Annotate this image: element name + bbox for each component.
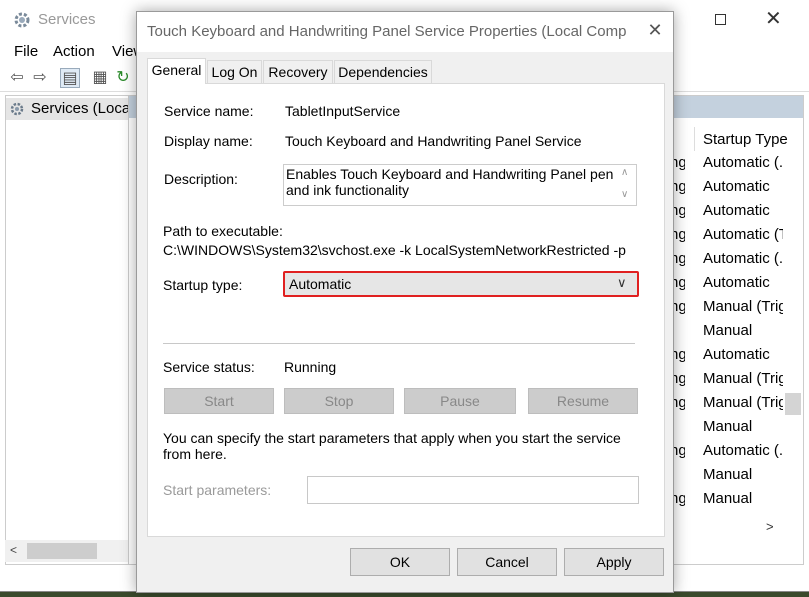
row-startup-type[interactable]: Automatic (T... xyxy=(703,226,783,250)
row-startup-type[interactable]: Automatic (... xyxy=(703,250,783,274)
separator xyxy=(163,343,635,344)
maximize-icon[interactable] xyxy=(715,14,726,25)
service-properties-dialog: Touch Keyboard and Handwriting Panel Ser… xyxy=(136,11,674,593)
description-label: Description: xyxy=(164,171,238,187)
close-icon[interactable]: ✕ xyxy=(765,6,782,31)
row-startup-type[interactable]: Automatic xyxy=(703,274,783,298)
refresh-icon[interactable]: ↻ xyxy=(116,68,130,88)
row-startup-type[interactable]: Manual xyxy=(703,466,783,490)
vertical-scroll-thumb[interactable] xyxy=(785,393,801,415)
scroll-left-icon[interactable]: < xyxy=(10,543,17,557)
cancel-button[interactable]: Cancel xyxy=(457,548,557,576)
start-button[interactable]: Start xyxy=(164,388,274,414)
tab-log-on[interactable]: Log On xyxy=(207,60,262,83)
dialog-titlebar: Touch Keyboard and Handwriting Panel Ser… xyxy=(137,12,673,52)
general-tab-panel: Service name: TabletInputService Display… xyxy=(147,83,665,537)
tree-item-services-local[interactable]: Services (Local) xyxy=(6,98,128,120)
scroll-right-icon[interactable]: > xyxy=(766,519,774,534)
service-status-label: Service status: xyxy=(163,359,255,375)
column-divider xyxy=(694,127,695,151)
services-gear-icon xyxy=(10,102,24,116)
tab-general[interactable]: General xyxy=(147,58,206,84)
start-parameters-label: Start parameters: xyxy=(163,482,272,498)
apply-button[interactable]: Apply xyxy=(564,548,664,576)
row-startup-type[interactable]: Manual (Trig... xyxy=(703,298,783,322)
console-tree-icon[interactable]: ▤ xyxy=(60,68,80,88)
path-label: Path to executable: xyxy=(163,223,283,239)
path-value: C:\WINDOWS\System32\svchost.exe -k Local… xyxy=(163,242,626,258)
service-name-value: TabletInputService xyxy=(285,103,401,119)
chevron-down-icon: ∨ xyxy=(617,275,627,290)
stop-button[interactable]: Stop xyxy=(284,388,394,414)
service-status-value: Running xyxy=(284,359,337,375)
description-text: Enables Touch Keyboard and Handwriting P… xyxy=(286,166,614,198)
startup-type-label: Startup type: xyxy=(163,277,243,293)
row-startup-type[interactable]: Automatic xyxy=(703,202,783,226)
row-startup-type[interactable]: Manual xyxy=(703,418,783,442)
row-startup-type[interactable]: Manual (Trig... xyxy=(703,370,783,394)
console-tree: Services (Local) xyxy=(5,95,128,565)
tab-recovery[interactable]: Recovery xyxy=(263,60,333,83)
service-name-label: Service name: xyxy=(164,103,254,119)
description-textbox[interactable]: Enables Touch Keyboard and Handwriting P… xyxy=(283,164,637,206)
row-startup-type[interactable]: Automatic xyxy=(703,178,783,202)
menu-action[interactable]: Action xyxy=(53,43,95,60)
menu-view[interactable]: View xyxy=(112,43,136,60)
forward-arrow-icon[interactable]: ⇨ xyxy=(30,68,50,88)
row-startup-type[interactable]: Manual (Trig... xyxy=(703,394,783,418)
pause-button[interactable]: Pause xyxy=(404,388,516,414)
row-startup-type[interactable]: Manual xyxy=(703,322,783,346)
dialog-title: Touch Keyboard and Handwriting Panel Ser… xyxy=(147,23,627,40)
ok-button[interactable]: OK xyxy=(350,548,450,576)
scroll-thumb[interactable] xyxy=(27,543,97,559)
menu-file[interactable]: File xyxy=(14,43,38,60)
chevron-down-icon[interactable]: ∨ xyxy=(621,189,628,200)
column-header-startup-type[interactable]: Startup Type xyxy=(703,131,788,148)
resume-button[interactable]: Resume xyxy=(528,388,638,414)
chevron-up-icon[interactable]: ∧ xyxy=(621,167,628,178)
services-title: Services xyxy=(38,11,96,28)
tree-item-label: Services (Local) xyxy=(31,100,128,117)
row-startup-type[interactable]: Automatic (... xyxy=(703,442,783,466)
startup-type-value: Automatic xyxy=(289,276,352,292)
back-arrow-icon[interactable]: ⇦ xyxy=(7,68,27,88)
start-parameters-note: You can specify the start parameters tha… xyxy=(163,430,621,462)
tree-horizontal-scrollbar[interactable]: < xyxy=(5,540,128,562)
tab-dependencies[interactable]: Dependencies xyxy=(334,60,432,83)
row-startup-type[interactable]: Manual xyxy=(703,490,783,514)
start-parameters-input[interactable] xyxy=(307,476,639,504)
properties-icon[interactable]: ▦ xyxy=(90,68,110,88)
display-name-value: Touch Keyboard and Handwriting Panel Ser… xyxy=(285,133,582,149)
row-startup-type[interactable]: Automatic (... xyxy=(703,154,783,178)
services-gear-icon xyxy=(14,12,30,28)
close-icon[interactable]: ✕ xyxy=(645,20,665,41)
row-startup-type[interactable]: Automatic xyxy=(703,346,783,370)
startup-type-dropdown[interactable]: Automatic ∨ xyxy=(283,271,639,297)
display-name-label: Display name: xyxy=(164,133,253,149)
